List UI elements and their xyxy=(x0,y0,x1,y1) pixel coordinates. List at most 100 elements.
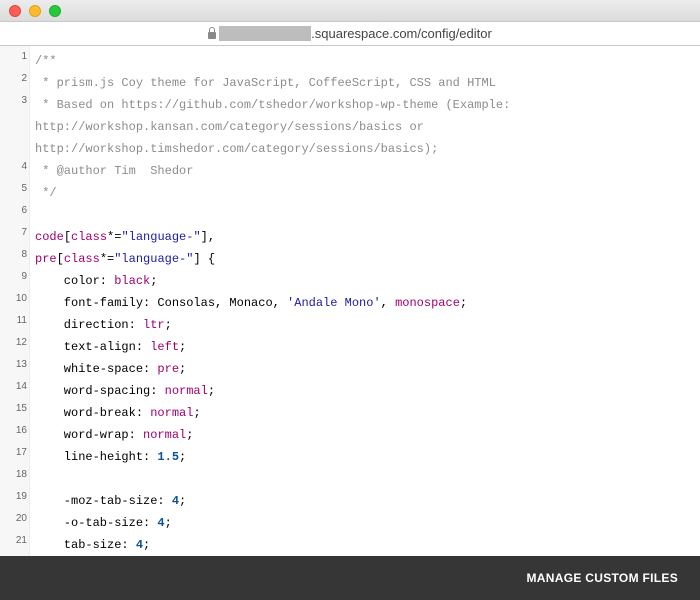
line-number: 4 xyxy=(21,161,27,172)
close-window-button[interactable] xyxy=(9,5,21,17)
code-token: * prism.js Coy theme for JavaScript, Cof… xyxy=(35,76,496,90)
code-token: class xyxy=(71,230,108,244)
code-token: tab-size: xyxy=(35,538,136,552)
address-url[interactable]: .squarespace.com/config/editor xyxy=(0,22,700,45)
title-bar xyxy=(0,0,700,22)
line-number: 17 xyxy=(15,447,27,458)
code-line[interactable]: 9 color: black; xyxy=(0,270,700,292)
code-token: code xyxy=(35,230,64,244)
line-number: 21 xyxy=(15,535,27,546)
code-line[interactable]: 19 -moz-tab-size: 4; xyxy=(0,490,700,512)
code-line[interactable]: 15 word-break: normal; xyxy=(0,402,700,424)
code-token: ; xyxy=(164,318,172,332)
code-token: "language-" xyxy=(121,230,201,244)
code-token: [ xyxy=(56,252,64,266)
code-line[interactable]: 13 white-space: pre; xyxy=(0,358,700,380)
code-token: class xyxy=(63,252,100,266)
code-text: */ xyxy=(35,182,57,204)
line-number: 8 xyxy=(21,249,27,260)
url-path: /config/editor xyxy=(417,26,492,41)
address-bar[interactable]: .squarespace.com/config/editor xyxy=(0,22,700,46)
footer-bar: MANAGE CUSTOM FILES xyxy=(0,556,700,600)
code-token: color: xyxy=(35,274,115,288)
code-line[interactable]: 5 */ xyxy=(0,182,700,204)
code-line[interactable]: http://workshop.kansan.com/category/sess… xyxy=(0,116,700,138)
line-number: 19 xyxy=(15,491,27,502)
line-number: 2 xyxy=(21,73,27,84)
code-token: /** xyxy=(35,54,57,68)
code-token: , xyxy=(380,296,396,310)
code-token: 4 xyxy=(157,516,165,530)
line-number: 11 xyxy=(16,315,27,326)
code-line[interactable]: 7 code[class*="language-"], xyxy=(0,226,700,248)
code-token: white-space: xyxy=(35,362,158,376)
code-token: word-spacing: xyxy=(35,384,165,398)
code-token: ; xyxy=(186,428,194,442)
code-text: /** xyxy=(35,50,57,72)
code-token: -moz-tab-size: xyxy=(35,494,172,508)
code-token: -o-tab-size: xyxy=(35,516,158,530)
line-number: 3 xyxy=(21,95,27,106)
code-token: */ xyxy=(35,186,57,200)
code-token: *= xyxy=(99,252,115,266)
code-text: word-spacing: normal; xyxy=(35,380,215,402)
code-token: ; xyxy=(179,494,187,508)
code-line[interactable]: http://workshop.timshedor.com/category/s… xyxy=(0,138,700,160)
code-text: -o-tab-size: 4; xyxy=(35,512,172,534)
code-token: normal xyxy=(150,406,194,420)
code-token: pre xyxy=(157,362,180,376)
code-token: direction: xyxy=(35,318,144,332)
code-line[interactable]: 16 word-wrap: normal; xyxy=(0,424,700,446)
line-number: 7 xyxy=(21,227,27,238)
code-line[interactable]: 17 line-height: 1.5; xyxy=(0,446,700,468)
code-token: normal xyxy=(164,384,208,398)
code-token: ; xyxy=(164,516,172,530)
code-line[interactable]: 4 * @author Tim Shedor xyxy=(0,160,700,182)
code-line[interactable]: 3 * Based on https://github.com/tshedor/… xyxy=(0,94,700,116)
code-token: http://workshop.timshedor.com/category/s… xyxy=(35,142,439,156)
code-line[interactable]: 14 word-spacing: normal; xyxy=(0,380,700,402)
code-token: ; xyxy=(459,296,468,310)
maximize-window-button[interactable] xyxy=(49,5,61,17)
code-token: monospace xyxy=(395,296,460,310)
code-line[interactable]: 20 -o-tab-size: 4; xyxy=(0,512,700,534)
code-text: pre[class*="language-"] { xyxy=(35,248,215,270)
code-text: code[class*="language-"], xyxy=(35,226,215,248)
code-token: 4 xyxy=(135,538,144,552)
code-token: pre xyxy=(35,252,57,266)
line-number: 16 xyxy=(15,425,27,436)
code-line[interactable]: 21 tab-size: 4; xyxy=(0,534,700,556)
line-number: 5 xyxy=(21,183,27,194)
code-area[interactable]: 1 /** 2 * prism.js Coy theme for JavaScrip… xyxy=(0,46,700,556)
code-token: ; xyxy=(179,450,187,464)
code-line[interactable]: 1 /** xyxy=(0,50,700,72)
code-token: ; xyxy=(179,362,187,376)
line-number: 12 xyxy=(15,337,27,348)
line-number: 6 xyxy=(21,205,27,216)
code-line[interactable]: 12 text-align: left; xyxy=(0,336,700,358)
code-text: * @author Tim Shedor xyxy=(35,160,193,182)
code-text: word-break: normal; xyxy=(35,402,201,424)
code-token: 1.5 xyxy=(157,450,180,464)
code-token: ] { xyxy=(193,252,216,266)
url-domain: .squarespace.com xyxy=(311,26,418,41)
code-token: ; xyxy=(150,274,158,288)
code-line[interactable]: 11 direction: ltr; xyxy=(0,314,700,336)
code-token: 'Andale Mono' xyxy=(287,296,381,310)
line-number: 10 xyxy=(15,293,27,304)
code-line[interactable]: 18 xyxy=(0,468,700,490)
code-line[interactable]: 8 pre[class*="language-"] { xyxy=(0,248,700,270)
code-token: *= xyxy=(107,230,122,244)
code-line[interactable]: 2 * prism.js Coy theme for JavaScript, C… xyxy=(0,72,700,94)
code-line[interactable]: 6 xyxy=(0,204,700,226)
code-text: direction: ltr; xyxy=(35,314,172,336)
manage-custom-files-button[interactable]: MANAGE CUSTOM FILES xyxy=(527,556,678,600)
code-editor[interactable]: 1 /** 2 * prism.js Coy theme for JavaScrip… xyxy=(0,46,700,556)
code-text: http://workshop.kansan.com/category/sess… xyxy=(35,116,424,138)
code-text: -moz-tab-size: 4; xyxy=(35,490,186,512)
code-token: ; xyxy=(179,340,187,354)
minimize-window-button[interactable] xyxy=(29,5,41,17)
code-line[interactable]: 10 font-family: Consolas, Monaco, 'Andal… xyxy=(0,292,700,314)
line-number: 14 xyxy=(15,381,27,392)
code-token: word-break: xyxy=(35,406,151,420)
